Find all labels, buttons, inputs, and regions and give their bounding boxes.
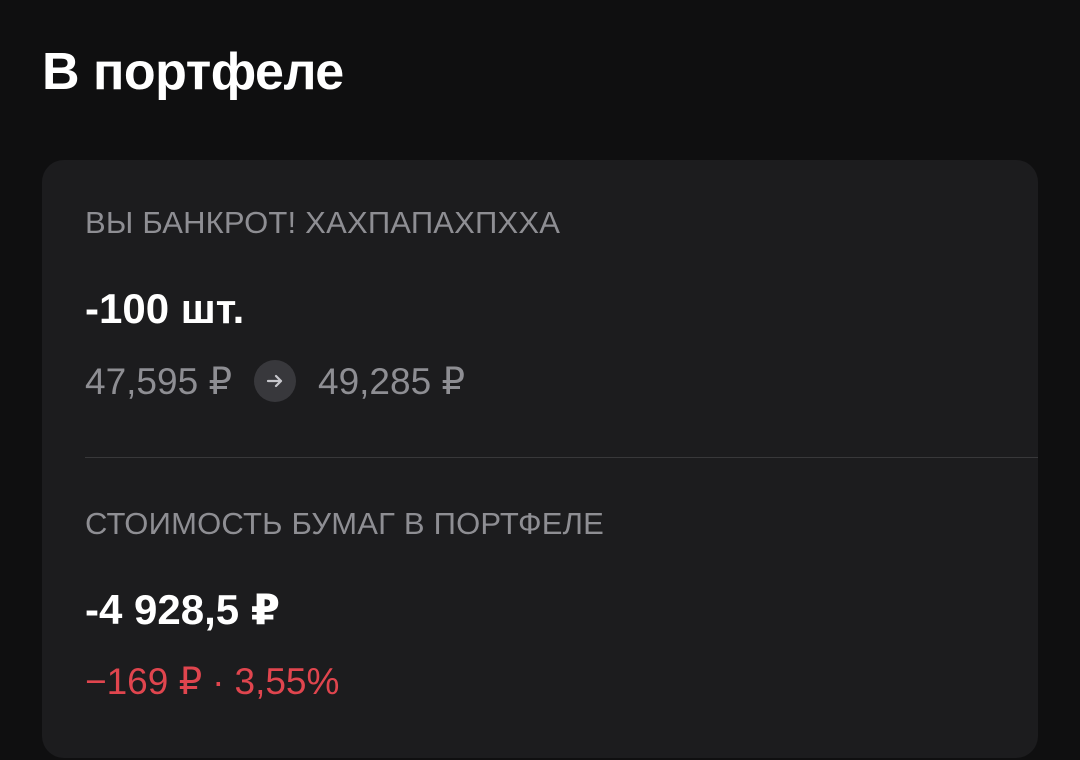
portfolio-value-total: -4 928,5 ₽: [85, 586, 281, 633]
current-price: 49,285 ₽: [318, 360, 465, 402]
portfolio-value-section: СТОИМОСТЬ БУМАГ В ПОРТФЕЛЕ -4 928,5 ₽ −1…: [85, 505, 1038, 705]
position-caption: ВЫ БАНКРОТ! ХАХПАПАХПХХА: [85, 205, 561, 240]
portfolio-change-row: −169 ₽ · 3,55%: [85, 659, 1038, 705]
average-price: 47,595 ₽: [85, 360, 232, 402]
arrow-right-icon: [254, 360, 296, 402]
portfolio-value-caption: СТОИМОСТЬ БУМАГ В ПОРТФЕЛЕ: [85, 506, 605, 541]
change-amount: −169 ₽: [85, 661, 203, 702]
change-separator: ·: [212, 661, 225, 702]
position-section: ВЫ БАНКРОТ! ХАХПАПАХПХХА -100 шт. 47,595…: [85, 204, 1038, 404]
position-quantity: -100 шт.: [85, 285, 245, 332]
position-card[interactable]: ВЫ БАНКРОТ! ХАХПАПАХПХХА -100 шт. 47,595…: [42, 160, 1038, 758]
price-change-row: 47,595 ₽ 49,285 ₽: [85, 358, 1038, 404]
divider: [85, 457, 1038, 458]
page-title: В портфеле: [42, 43, 344, 101]
portfolio-screen: В портфеле ВЫ БАНКРОТ! ХАХПАПАХПХХА -100…: [0, 0, 1080, 760]
change-percent: 3,55%: [234, 661, 340, 702]
